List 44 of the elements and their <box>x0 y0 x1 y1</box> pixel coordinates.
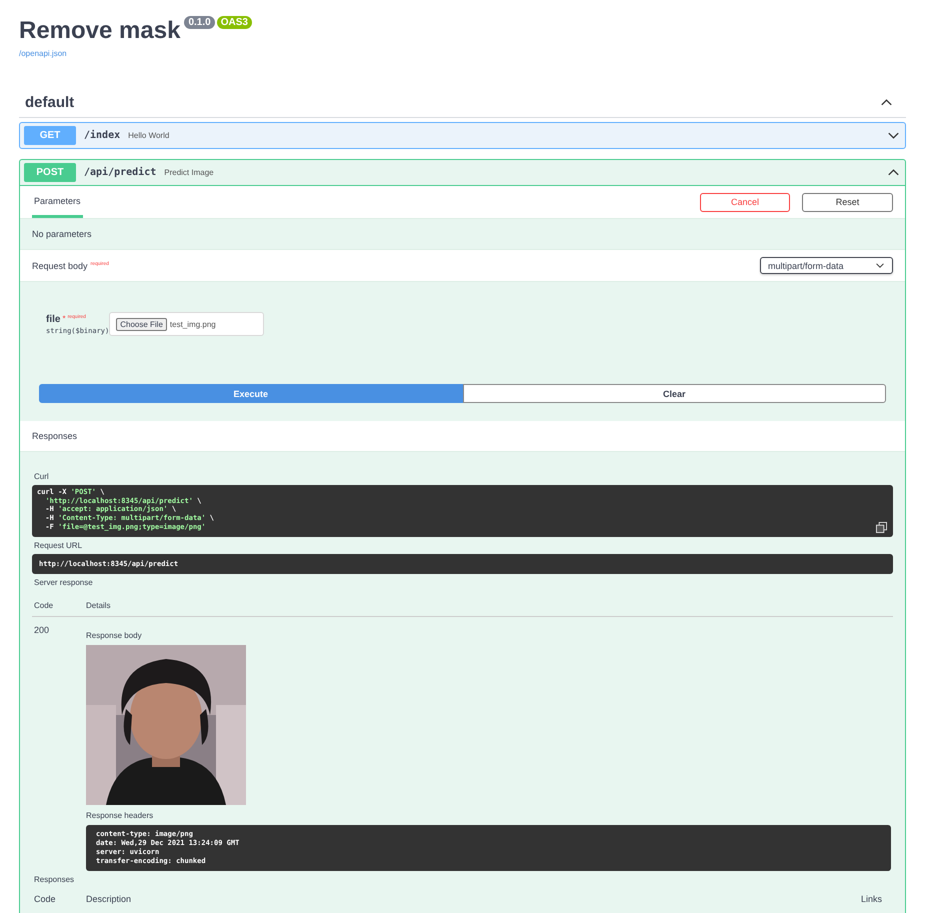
file-name: test_img.png <box>170 320 216 328</box>
endpoint-path: /api/predict <box>84 167 156 178</box>
endpoint-path: /index <box>84 130 120 141</box>
tab[interactable]: Parameters <box>32 186 83 218</box>
request-body-label: Request body <box>32 260 88 270</box>
responses-heading: Responses <box>32 431 78 441</box>
field-name: file <box>46 314 60 324</box>
column-header: Links <box>861 894 884 904</box>
content-type-select[interactable]: multipart/form-data <box>760 257 893 274</box>
column-header: Description <box>86 894 132 904</box>
status-code: 200 <box>34 625 50 637</box>
required-indicator: * <box>62 314 66 322</box>
no-parameters-text: No parameters <box>32 229 92 239</box>
copy-icon[interactable] <box>876 522 887 533</box>
operation-header[interactable]: POST /api/predict Predict Image <box>20 160 905 185</box>
column-header: Code <box>34 601 54 610</box>
response-headers-label: Response headers <box>86 811 154 820</box>
endpoint-summary: Hello World <box>128 131 170 140</box>
clear-button[interactable]: Clear <box>462 384 886 403</box>
request-url-label: Request URL <box>34 541 84 550</box>
api-title: Remove mask <box>19 16 180 46</box>
method-badge: GET <box>24 126 76 145</box>
operation-header[interactable]: GET /index Hello World <box>20 123 905 148</box>
required-label: required <box>90 260 109 266</box>
section-header[interactable]: default <box>19 88 906 118</box>
cancel-button[interactable]: Cancel <box>700 192 790 212</box>
spec-badge: OAS3 <box>216 16 252 29</box>
version-badge: 0.1.0 <box>184 16 215 29</box>
server-response-label: Server response <box>34 578 94 587</box>
file-input[interactable]: Choose File test_img.png <box>109 312 264 336</box>
response-body-label: Response body <box>86 631 143 640</box>
endpoint-summary: Predict Image <box>164 168 214 177</box>
column-header: Code <box>34 894 57 904</box>
curl-label: Curl <box>34 472 50 481</box>
choose-file-button[interactable]: Choose File <box>116 318 167 330</box>
method-badge: POST <box>24 163 76 182</box>
column-header: Details <box>86 601 110 610</box>
required-label: required <box>68 314 86 320</box>
responses-label: Responses <box>34 875 76 884</box>
chevron-up-icon[interactable] <box>888 169 899 176</box>
chevron-up-icon[interactable] <box>881 99 892 106</box>
chevron-down-icon[interactable] <box>876 263 884 268</box>
reset-button[interactable]: Reset <box>802 192 893 212</box>
chevron-down-icon[interactable] <box>888 132 899 139</box>
